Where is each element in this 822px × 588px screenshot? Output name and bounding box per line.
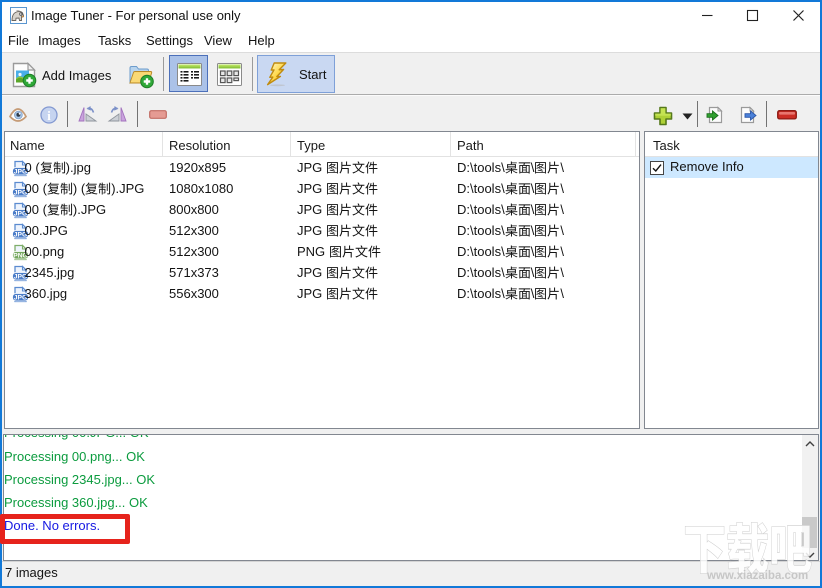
svg-text:i: i [47, 109, 51, 123]
